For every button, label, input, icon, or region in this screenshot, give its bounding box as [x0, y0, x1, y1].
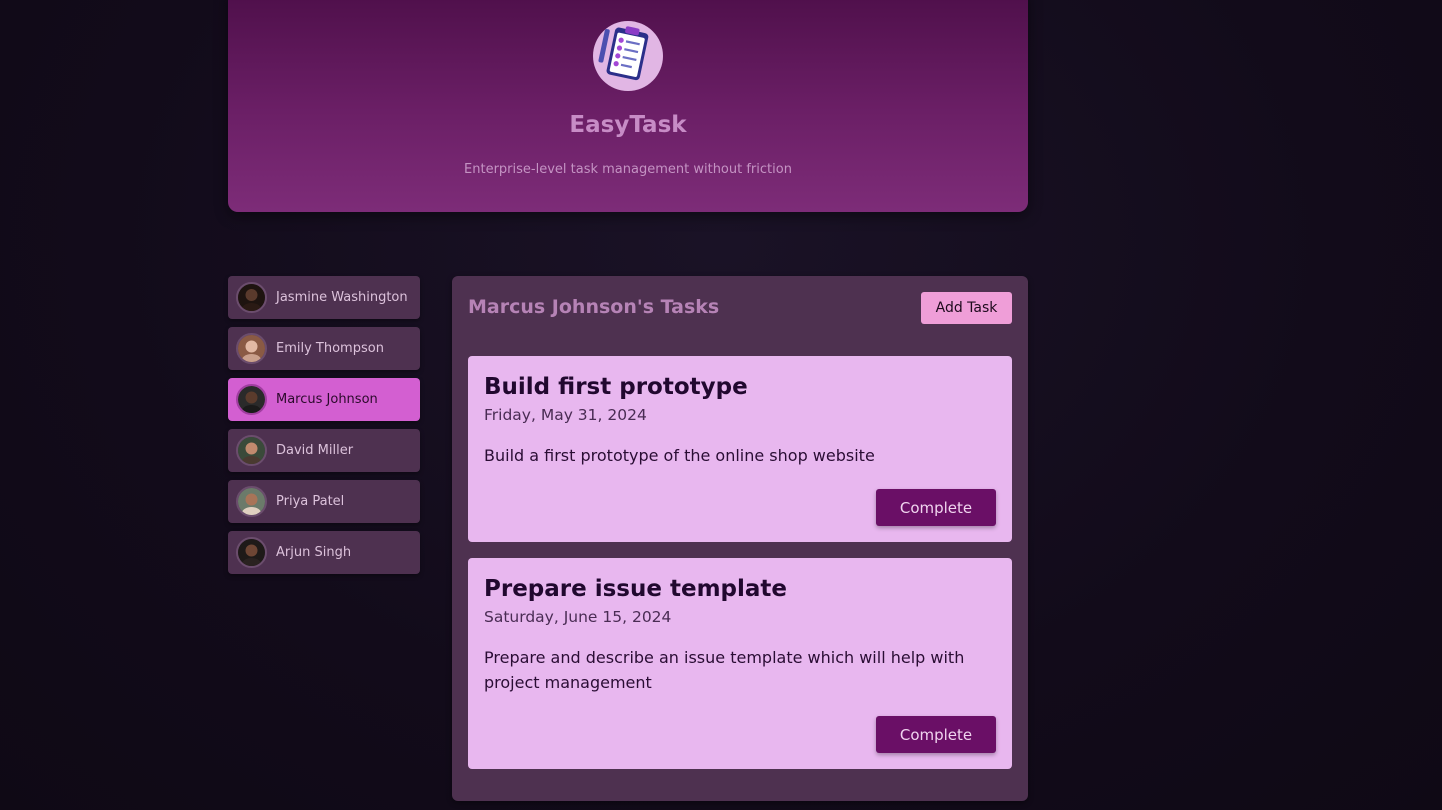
complete-task-button[interactable]: Complete: [876, 716, 996, 753]
user-avatar: [236, 282, 267, 313]
user-avatar: [236, 486, 267, 517]
task-title: Prepare issue template: [484, 576, 787, 602]
user-name: Marcus Johnson: [276, 392, 378, 407]
app-subtitle: Enterprise-level task management without…: [464, 162, 792, 177]
task-description: Prepare and describe an issue template w…: [484, 648, 965, 692]
user-avatar: [236, 537, 267, 568]
app-title: EasyTask: [569, 112, 687, 138]
user-item-arjun-singh[interactable]: Arjun Singh: [228, 531, 420, 574]
user-item-jasmine-washington[interactable]: Jasmine Washington: [228, 276, 420, 319]
user-item-david-miller[interactable]: David Miller: [228, 429, 420, 472]
user-avatar: [236, 435, 267, 466]
task-card: Build first prototype Friday, May 31, 20…: [468, 356, 1012, 542]
task-card: Prepare issue template Saturday, June 15…: [468, 558, 1012, 769]
app-header: EasyTask Enterprise-level task managemen…: [228, 0, 1028, 212]
user-item-marcus-johnson[interactable]: Marcus Johnson: [228, 378, 420, 421]
user-avatar: [236, 384, 267, 415]
user-name: Arjun Singh: [276, 545, 352, 560]
user-name: Emily Thompson: [276, 341, 384, 356]
tasks-panel-title: Marcus Johnson's Tasks: [468, 296, 720, 318]
complete-task-button[interactable]: Complete: [876, 489, 996, 526]
user-name: Jasmine Washington: [276, 290, 408, 305]
clipboard-checklist-icon: [593, 21, 663, 91]
user-avatar: [236, 333, 267, 364]
user-name: David Miller: [276, 443, 354, 458]
user-item-emily-thompson[interactable]: Emily Thompson: [228, 327, 420, 370]
tasks-panel: Marcus Johnson's Tasks Add Task Build fi…: [452, 276, 1028, 801]
user-list: Jasmine Washington Emily Thompson Marcus…: [228, 276, 420, 582]
task-date: Friday, May 31, 2024: [484, 406, 647, 424]
task-title: Build first prototype: [484, 374, 748, 400]
user-item-priya-patel[interactable]: Priya Patel: [228, 480, 420, 523]
task-date: Saturday, June 15, 2024: [484, 608, 672, 626]
task-description: Build a first prototype of the online sh…: [484, 446, 875, 465]
user-name: Priya Patel: [276, 494, 345, 509]
add-task-button[interactable]: Add Task: [921, 292, 1012, 324]
